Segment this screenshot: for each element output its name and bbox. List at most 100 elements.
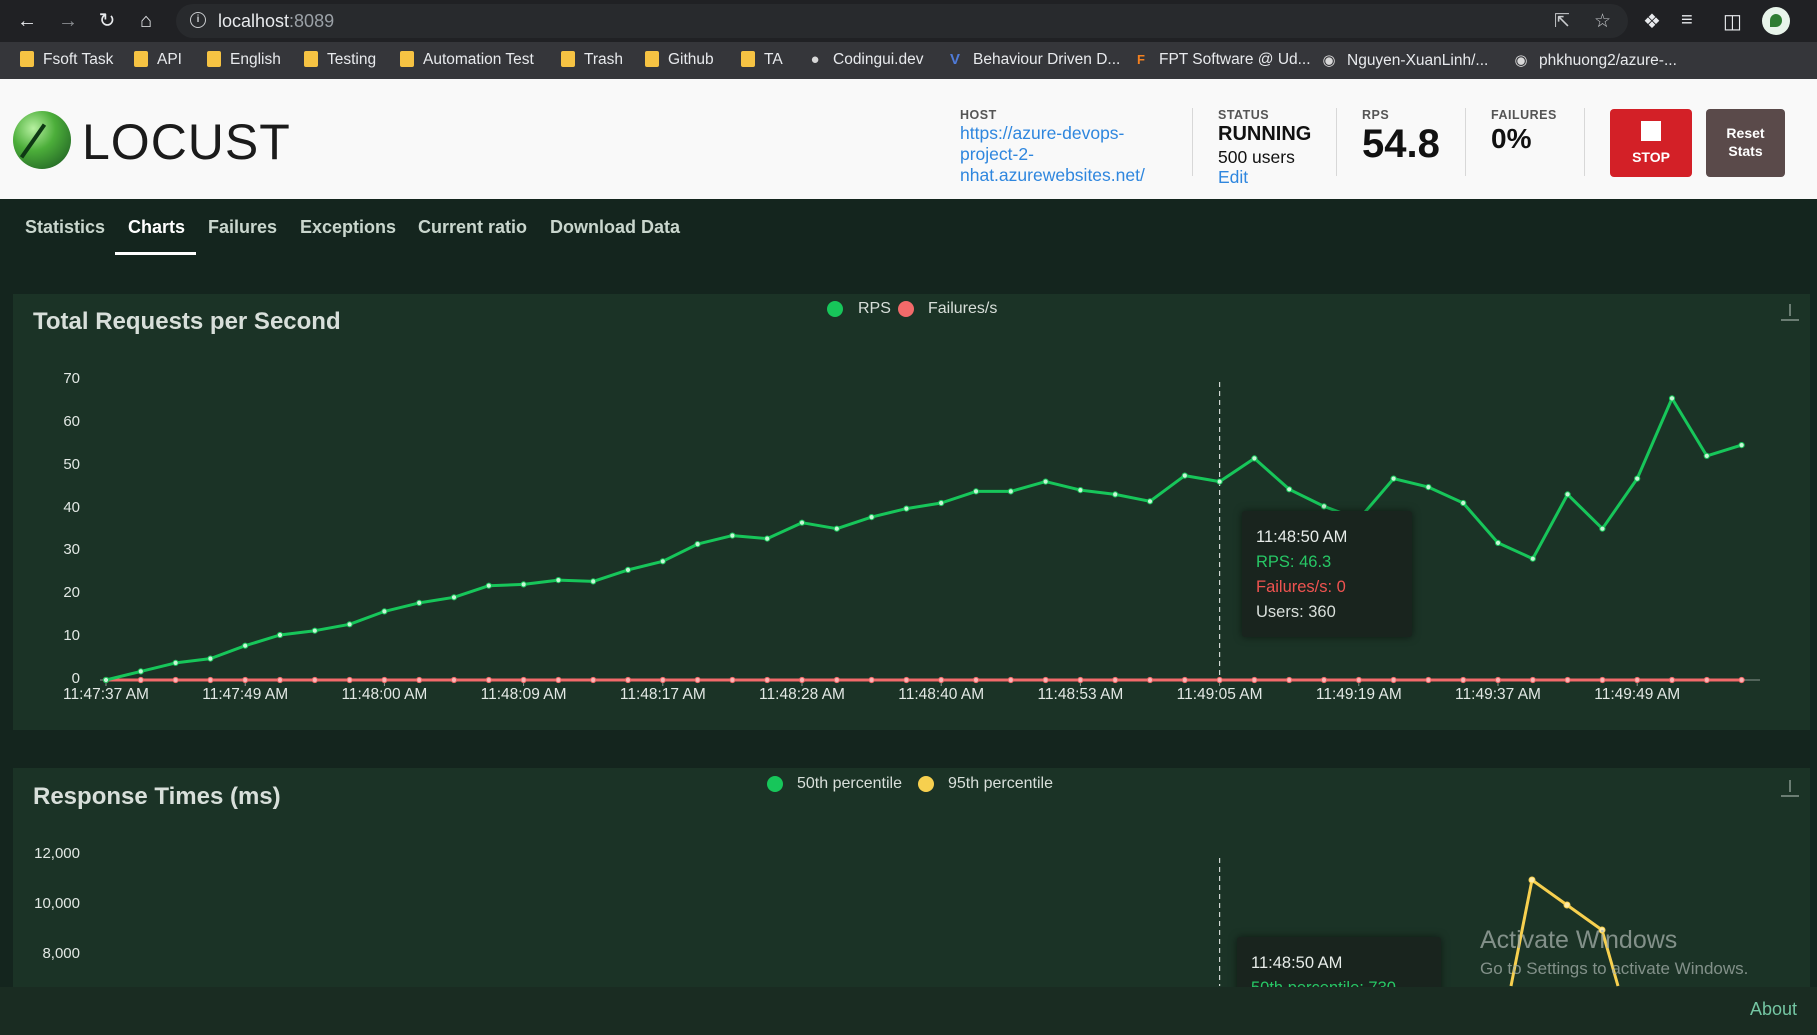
legend-p95-dot[interactable] [918,776,934,792]
rps-chart-title: Total Requests per Second [33,308,341,335]
x-tick-label: 11:49:05 AM [1176,686,1263,703]
reset-label-line2: Stats [1728,143,1763,159]
legend-failures-dot[interactable] [898,301,914,317]
stop-button[interactable]: STOP [1610,109,1692,177]
legend-p95-label[interactable]: 95th percentile [948,775,1053,793]
tab-bar: Statistics Charts Failures Exceptions Cu… [0,199,1817,256]
tab-download-data[interactable]: Download Data [550,217,680,238]
reset-stats-button[interactable]: Reset Stats [1706,109,1785,177]
fpt-icon: F [1137,52,1145,67]
browser-toolbar: ← → ↻ ⌂ i localhost:8089 ⇱ ☆ ❖ ≡ ◫ [0,0,1817,42]
tooltip-time: 11:48:50 AM [1256,528,1348,546]
tab-exceptions[interactable]: Exceptions [300,217,396,238]
x-tick-label: 11:49:49 AM [1594,686,1681,703]
tab-current-ratio[interactable]: Current ratio [418,217,527,238]
globe-icon: ● [810,51,820,68]
bookmark-item[interactable]: F FPT Software @ Ud... [1132,51,1311,69]
folder-icon [134,51,148,67]
bookmark-label: Testing [327,51,377,68]
bookmark-item[interactable]: API [134,51,182,69]
stop-label: STOP [1632,149,1670,165]
tab-statistics[interactable]: Statistics [25,217,105,238]
address-bar[interactable]: i localhost:8089 ⇱ ☆ [176,4,1628,38]
bookmark-star-icon[interactable]: ☆ [1594,10,1611,33]
home-icon[interactable]: ⌂ [133,8,159,34]
github-icon: ◉ [1322,52,1336,69]
bookmark-item[interactable]: Testing [304,51,376,69]
back-icon[interactable]: ← [14,8,40,34]
bookmark-label: API [157,51,182,68]
user-count: 500 users [1218,147,1295,167]
footer: About [0,987,1817,1035]
extensions-icon[interactable]: ❖ [1643,9,1661,34]
x-tick-label: 11:47:49 AM [202,686,289,703]
bookmark-item[interactable]: Fsoft Task [20,51,113,69]
legend-rps-label[interactable]: RPS [858,300,891,318]
x-tick-label: 11:48:28 AM [759,686,845,703]
bookmark-item[interactable]: English [207,51,281,69]
divider [1465,108,1466,176]
y-tick-label: 10,000 [34,895,80,912]
legend-p50-label[interactable]: 50th percentile [797,775,902,793]
bookmark-item[interactable]: TA [741,51,783,69]
bookmark-item[interactable]: Automation Test [400,51,534,69]
download-chart-icon[interactable] [1781,304,1799,324]
bookmark-item[interactable]: ◉ phkhuong2/azure-... [1512,51,1677,70]
bookmark-label: FPT Software @ Ud... [1159,51,1311,68]
reading-list-icon[interactable]: ≡ [1681,9,1693,32]
folder-icon [561,51,575,67]
side-panel-icon[interactable]: ◫ [1723,9,1742,34]
bookmark-item[interactable]: ● Codingui.dev [806,51,923,69]
tab-failures[interactable]: Failures [208,217,277,238]
tooltip-users: Users: 360 [1256,603,1336,621]
divider [1336,108,1337,176]
legend-p50-dot[interactable] [767,776,783,792]
status-label: STATUS [1218,108,1270,122]
rps-label: RPS [1362,108,1390,122]
rps-tooltip: 11:48:50 AM RPS: 46.3 Failures/s: 0 User… [1242,511,1412,637]
x-tick-label: 11:47:37 AM [63,686,149,703]
bookmark-label: phkhuong2/azure-... [1539,52,1677,69]
reload-icon[interactable]: ↻ [94,8,120,34]
legend-rps-dot[interactable] [827,301,843,317]
watermark-subtitle: Go to Settings to activate Windows. [1480,959,1749,978]
bookmark-label: Github [668,51,714,68]
y-tick-label: 10 [63,627,80,645]
host-label: HOST [960,108,997,122]
folder-icon [400,51,414,67]
url-text[interactable]: localhost:8089 [218,11,334,32]
y-tick-label: 60 [63,412,80,430]
bookmark-item[interactable]: V Behaviour Driven D... [946,51,1120,69]
download-chart-icon[interactable] [1781,780,1799,800]
x-tick-label: 11:49:37 AM [1455,686,1541,703]
site-info-icon[interactable]: i [190,12,206,28]
stop-icon [1641,121,1661,141]
forward-icon[interactable]: → [55,8,81,34]
locust-header: LOCUST HOST https://azure-devops-project… [0,79,1817,199]
host-link[interactable]: https://azure-devops-project-2-nhat.azur… [960,123,1160,186]
edit-link[interactable]: Edit [1218,167,1248,188]
about-link[interactable]: About [1750,999,1797,1020]
x-tick-label: 11:48:17 AM [619,686,706,703]
x-tick-label: 11:48:40 AM [898,686,985,703]
active-tab-indicator [115,252,196,255]
x-tick-label: 11:48:09 AM [480,686,567,703]
rps-value: 54.8 [1362,122,1440,166]
bookmark-label: TA [764,51,783,68]
x-tick-label: 11:48:53 AM [1037,686,1124,703]
bookmark-label: Codingui.dev [833,51,924,68]
bookmark-label: Nguyen-XuanLinh/... [1347,52,1489,69]
bookmarks-bar: Fsoft Task API English Testing Automation Te… [0,42,1817,79]
legend-failures-label[interactable]: Failures/s [928,300,997,318]
share-icon[interactable]: ⇱ [1554,10,1570,33]
status-value: RUNNING [1218,123,1312,145]
logo-text: LOCUST [82,114,291,170]
bookmark-item[interactable]: Github [645,51,714,69]
y-tick-label: 8,000 [42,945,80,962]
tab-charts[interactable]: Charts [128,217,185,238]
bookmark-item[interactable]: ◉ Nguyen-XuanLinh/... [1320,51,1488,70]
profile-avatar[interactable] [1762,7,1790,35]
bookmark-item[interactable]: Trash [561,51,623,69]
rps-chart-panel: Total Requests per Second RPS Failures/s [13,294,1810,730]
y-tick-label: 12,000 [34,845,80,862]
